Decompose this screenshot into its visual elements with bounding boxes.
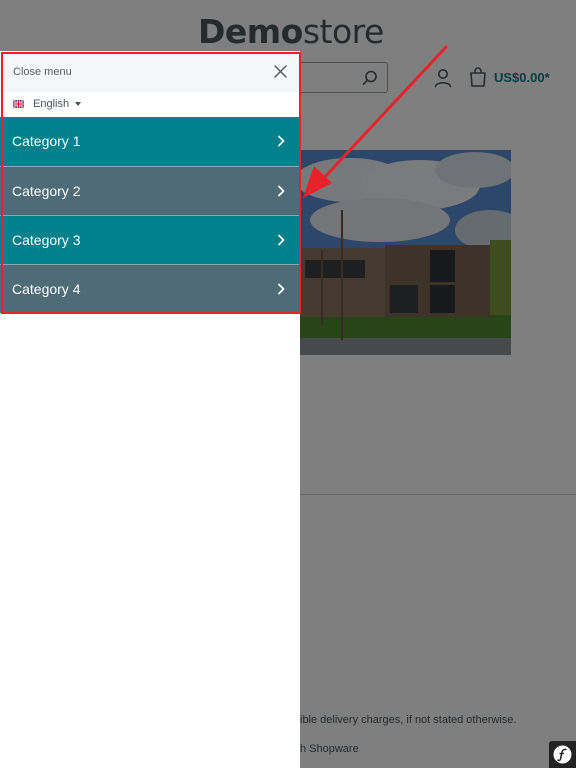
chevron-right-icon xyxy=(278,185,285,197)
chevron-right-icon xyxy=(278,234,285,246)
symfony-toolbar-icon[interactable] xyxy=(549,741,576,768)
category-item-3[interactable]: Category 3 xyxy=(0,215,300,264)
category-label: Category 1 xyxy=(12,133,81,149)
category-item-4[interactable]: Category 4 xyxy=(0,264,300,313)
caret-down-icon[interactable] xyxy=(75,102,81,106)
category-label: Category 2 xyxy=(12,183,81,199)
close-icon[interactable] xyxy=(273,64,288,79)
category-item-2[interactable]: Category 2 xyxy=(0,166,300,215)
close-menu-label[interactable]: Close menu xyxy=(13,66,72,78)
offcanvas-header[interactable]: Close menu xyxy=(0,51,300,92)
category-label: Category 3 xyxy=(12,232,81,248)
chevron-right-icon xyxy=(278,135,285,147)
category-item-1[interactable]: Category 1 xyxy=(0,117,300,166)
chevron-right-icon xyxy=(278,283,285,295)
language-selector[interactable]: English xyxy=(0,92,300,117)
uk-flag-icon xyxy=(13,100,24,108)
language-label[interactable]: English xyxy=(33,98,69,110)
category-label: Category 4 xyxy=(12,281,81,297)
category-list: Category 1 Category 2 Category 3 Categor… xyxy=(0,117,300,313)
offcanvas-menu: Close menu English Category 1 Category 2 xyxy=(0,51,300,768)
